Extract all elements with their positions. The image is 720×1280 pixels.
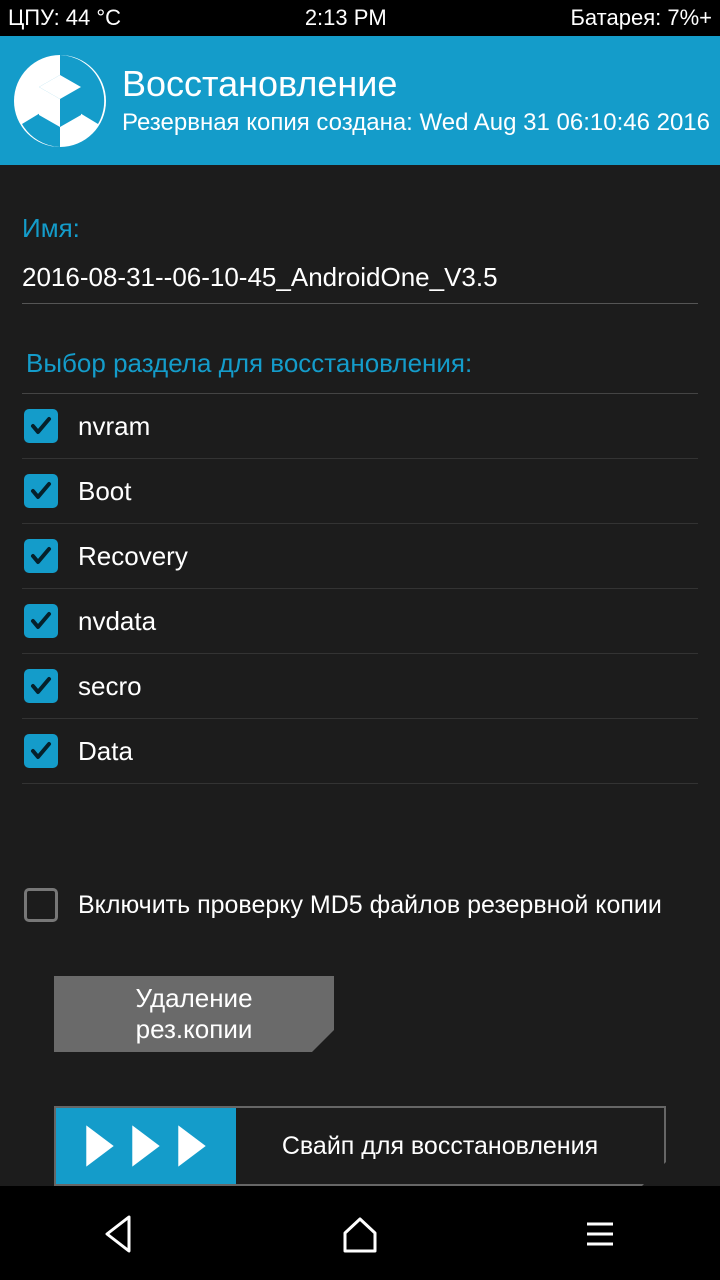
partition-label: Recovery [78,541,188,572]
partition-label: Boot [78,476,132,507]
page-title: Восстановление [122,64,710,104]
partition-row[interactable]: secro [22,654,698,719]
partition-select-header: Выбор раздела для восстановления: [22,348,698,394]
name-label: Имя: [22,213,698,244]
swipe-to-restore[interactable]: Свайп для восстановления [54,1106,666,1186]
partition-row[interactable]: nvdata [22,589,698,654]
md5-label: Включить проверку MD5 файлов резервной к… [78,891,662,920]
nav-back-button[interactable] [99,1213,141,1260]
partition-label: secro [78,671,142,702]
chevron-right-icon [125,1122,167,1170]
status-bar: ЦПУ: 44 °C 2:13 PM Батарея: 7%+ [0,0,720,36]
app-header: Восстановление Резервная копия создана: … [0,36,720,165]
partition-checkbox[interactable] [24,734,58,768]
nav-home-button[interactable] [339,1213,381,1260]
partition-checkbox[interactable] [24,409,58,443]
battery-status: Батарея: 7%+ [570,5,712,31]
partition-checkbox[interactable] [24,539,58,573]
partition-row[interactable]: Boot [22,459,698,524]
swipe-handle[interactable] [56,1108,236,1184]
partition-row[interactable]: Data [22,719,698,784]
cpu-temp: ЦПУ: 44 °C [8,5,121,31]
partition-row[interactable]: nvram [22,394,698,459]
partition-checkbox[interactable] [24,669,58,703]
backup-timestamp: Резервная копия создана: Wed Aug 31 06:1… [122,109,710,137]
md5-verify-row[interactable]: Включить проверку MD5 файлов резервной к… [22,888,698,932]
partition-checkbox[interactable] [24,474,58,508]
clock: 2:13 PM [305,5,387,31]
partition-row[interactable]: Recovery [22,524,698,589]
backup-name-input[interactable] [22,256,698,304]
swipe-label: Свайп для восстановления [236,1132,664,1161]
nav-menu-button[interactable] [579,1213,621,1260]
chevron-right-icon [171,1122,213,1170]
partition-label: nvram [78,411,150,442]
delete-backup-label: Удаление рез.копии [84,983,304,1045]
delete-backup-button[interactable]: Удаление рез.копии [54,976,334,1052]
partition-checkbox[interactable] [24,604,58,638]
twrp-logo-icon [10,51,110,151]
md5-checkbox[interactable] [24,888,58,922]
partition-label: Data [78,736,133,767]
partition-label: nvdata [78,606,156,637]
nav-bar [0,1193,720,1280]
chevron-right-icon [79,1122,121,1170]
